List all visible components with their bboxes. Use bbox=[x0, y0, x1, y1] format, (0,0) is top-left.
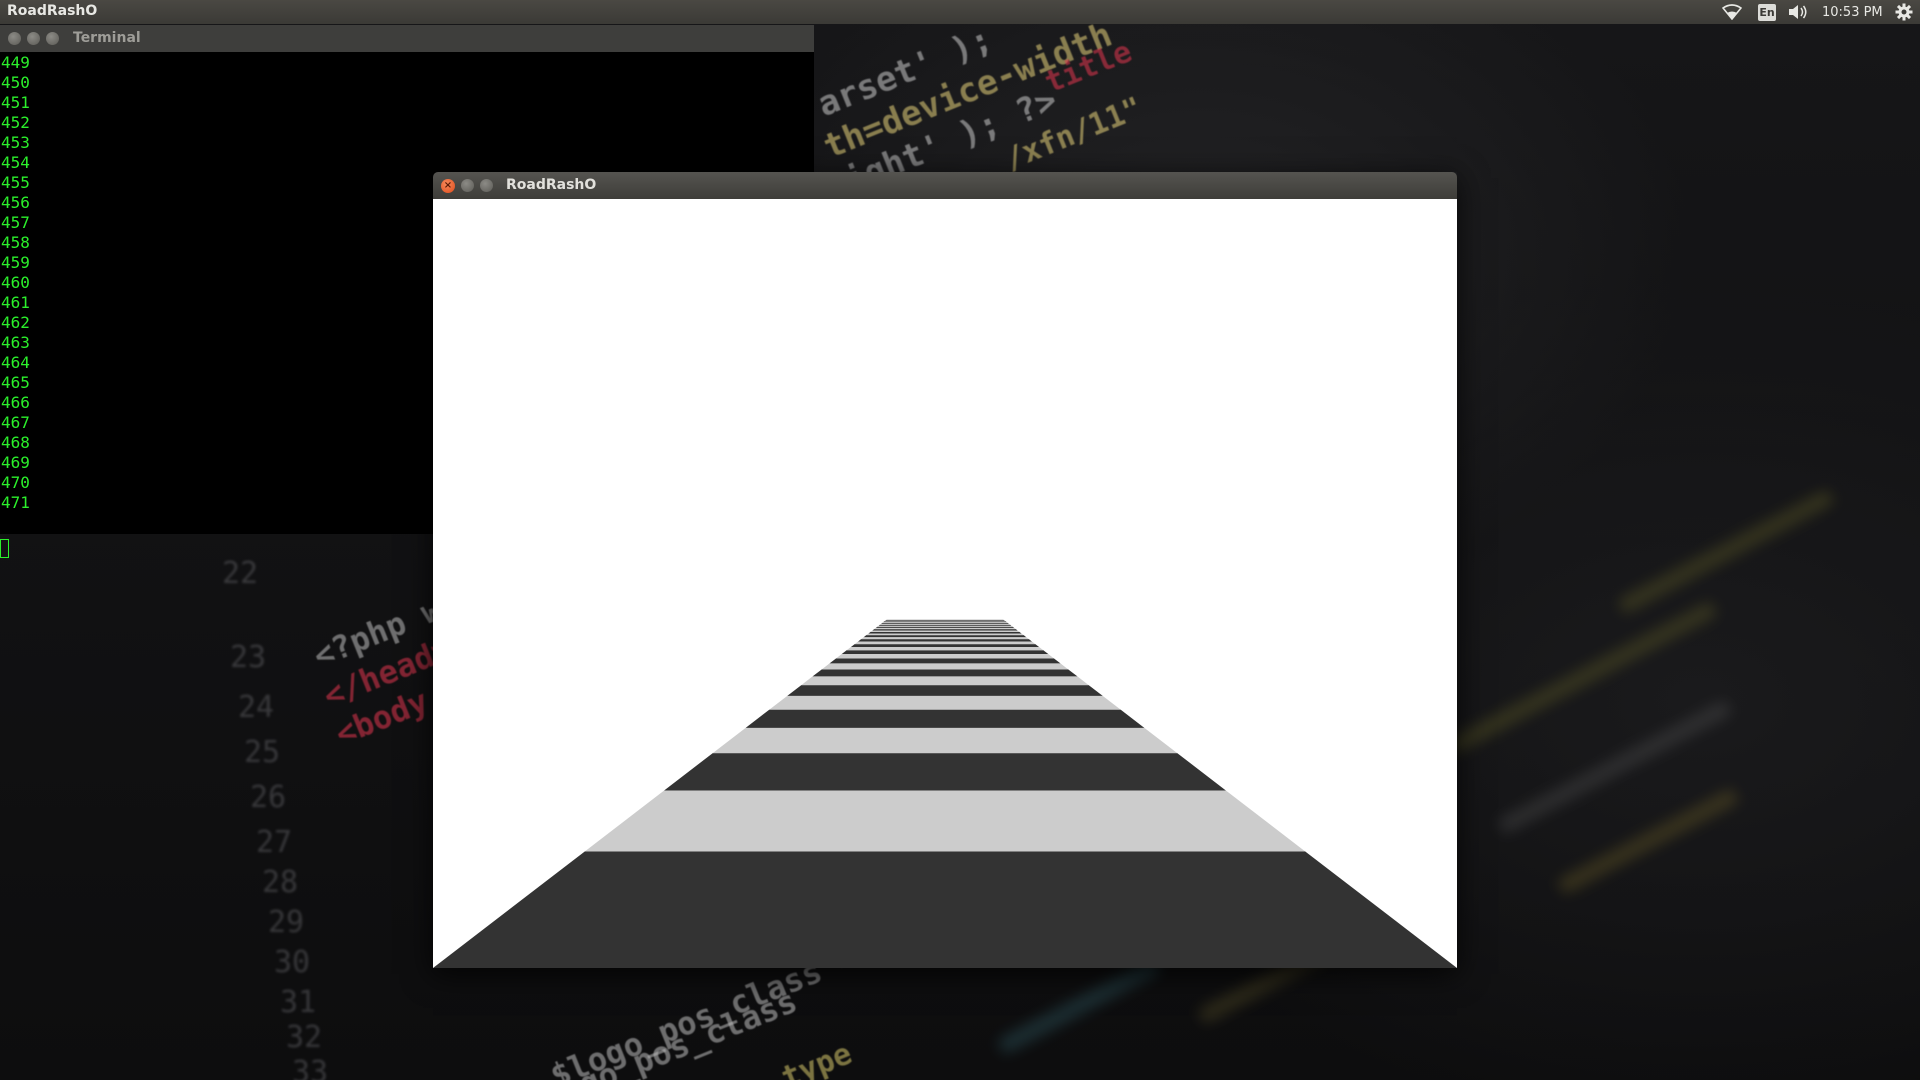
terminal-line: 465 bbox=[1, 373, 30, 392]
volume-icon[interactable] bbox=[1786, 3, 1810, 21]
road-stripe bbox=[872, 629, 1018, 631]
wallpaper-line-number: 32 bbox=[286, 1020, 323, 1055]
road-scene bbox=[433, 619, 1457, 968]
terminal-line: 456 bbox=[1, 193, 30, 212]
road-stripe bbox=[664, 753, 1226, 791]
road-stripe bbox=[854, 641, 1036, 645]
road-stripe bbox=[745, 709, 1145, 728]
wallpaper-line-number: 27 bbox=[256, 825, 293, 860]
road-stripe bbox=[836, 654, 1054, 659]
terminal-line: 455 bbox=[1, 173, 30, 192]
road-stripe bbox=[878, 624, 1012, 626]
road-stripe bbox=[870, 630, 1020, 632]
game-minimize-button[interactable] bbox=[461, 179, 474, 192]
road-stripe bbox=[866, 633, 1024, 636]
terminal-line: 450 bbox=[1, 73, 30, 92]
wallpaper-line-number: 24 bbox=[238, 690, 275, 725]
road-stripe bbox=[821, 663, 1069, 670]
settings-icon[interactable] bbox=[1892, 3, 1916, 21]
road-stripe bbox=[886, 619, 1004, 620]
wallpaper-line-number: 23 bbox=[230, 640, 267, 675]
wallpaper-blur-streak bbox=[996, 956, 1163, 1056]
game-close-button[interactable]: × bbox=[441, 179, 455, 193]
terminal-line: 452 bbox=[1, 113, 30, 132]
terminal-line: 453 bbox=[1, 133, 30, 152]
road-stripe bbox=[801, 676, 1089, 686]
game-title: RoadRashO bbox=[506, 177, 597, 193]
terminal-line: 468 bbox=[1, 433, 30, 452]
road-stripe bbox=[433, 851, 1457, 968]
wallpaper-line-number: 29 bbox=[268, 905, 305, 940]
road-stripe bbox=[875, 626, 1015, 628]
terminal-titlebar[interactable]: Terminal bbox=[0, 25, 814, 52]
terminal-line: 470 bbox=[1, 473, 30, 492]
road-stripe bbox=[861, 637, 1029, 640]
road-stripe bbox=[868, 631, 1022, 634]
road-stripe bbox=[881, 622, 1009, 624]
terminal-line: 469 bbox=[1, 453, 30, 472]
road-stripe bbox=[812, 669, 1078, 677]
wallpaper-line-number: 28 bbox=[262, 865, 299, 900]
road-stripe bbox=[874, 627, 1016, 630]
terminal-line: 466 bbox=[1, 393, 30, 412]
road-stripe bbox=[841, 650, 1049, 655]
keyboard-layout-label: En bbox=[1758, 3, 1776, 21]
terminal-line: 457 bbox=[1, 213, 30, 232]
game-window[interactable]: × RoadRashO bbox=[433, 172, 1457, 968]
road-stripe bbox=[883, 621, 1007, 623]
road-stripe bbox=[858, 639, 1032, 642]
road-stripe bbox=[787, 685, 1103, 696]
terminal-line: 463 bbox=[1, 333, 30, 352]
wallpaper-code-fragment: _type bbox=[760, 1036, 857, 1080]
terminal-line: 460 bbox=[1, 273, 30, 292]
road-stripe bbox=[850, 644, 1040, 647]
keyboard-layout-indicator[interactable]: En bbox=[1757, 3, 1777, 21]
terminal-line: 459 bbox=[1, 253, 30, 272]
terminal-title: Terminal bbox=[73, 30, 141, 46]
wallpaper-line-number: 26 bbox=[250, 780, 287, 815]
wallpaper-line-number: 31 bbox=[280, 985, 317, 1020]
terminal-line: 464 bbox=[1, 353, 30, 372]
road-stripe bbox=[712, 727, 1178, 754]
road-stripe bbox=[769, 695, 1121, 710]
game-titlebar[interactable]: × RoadRashO bbox=[433, 172, 1457, 199]
road-stripe bbox=[882, 622, 1008, 623]
terminal-cursor bbox=[0, 539, 9, 558]
road-stripe bbox=[846, 646, 1044, 651]
wifi-icon[interactable] bbox=[1720, 3, 1744, 21]
wallpaper-line-number: 25 bbox=[244, 735, 281, 770]
road-stripe bbox=[584, 790, 1306, 852]
terminal-maximize-button[interactable] bbox=[46, 32, 59, 45]
road-stripe bbox=[829, 658, 1061, 664]
wallpaper-line-number: 22 bbox=[222, 556, 259, 591]
wallpaper-line-number: 30 bbox=[274, 945, 311, 980]
terminal-line: 454 bbox=[1, 153, 30, 172]
wallpaper-blur-streak bbox=[1556, 787, 1741, 896]
game-canvas[interactable] bbox=[433, 199, 1457, 968]
wallpaper-line-number: 33 bbox=[292, 1055, 329, 1080]
game-maximize-button[interactable] bbox=[480, 179, 493, 192]
terminal-line: 461 bbox=[1, 293, 30, 312]
active-app-title: RoadRashO bbox=[7, 3, 98, 19]
terminal-close-button[interactable] bbox=[8, 32, 21, 45]
road-stripe bbox=[879, 623, 1011, 625]
top-panel: RoadRashO En 10:53 PM bbox=[0, 0, 1920, 24]
terminal-line: 462 bbox=[1, 313, 30, 332]
terminal-line: 458 bbox=[1, 233, 30, 252]
terminal-minimize-button[interactable] bbox=[27, 32, 40, 45]
wallpaper-blur-streak bbox=[1616, 488, 1836, 616]
road-stripe bbox=[863, 635, 1027, 638]
road-stripe bbox=[885, 619, 1005, 621]
terminal-line: 451 bbox=[1, 93, 30, 112]
road-stripe bbox=[884, 620, 1006, 622]
terminal-line: 449 bbox=[1, 53, 30, 72]
road-stripe bbox=[877, 625, 1013, 627]
terminal-line: 471 bbox=[1, 493, 30, 512]
terminal-line: 467 bbox=[1, 413, 30, 432]
